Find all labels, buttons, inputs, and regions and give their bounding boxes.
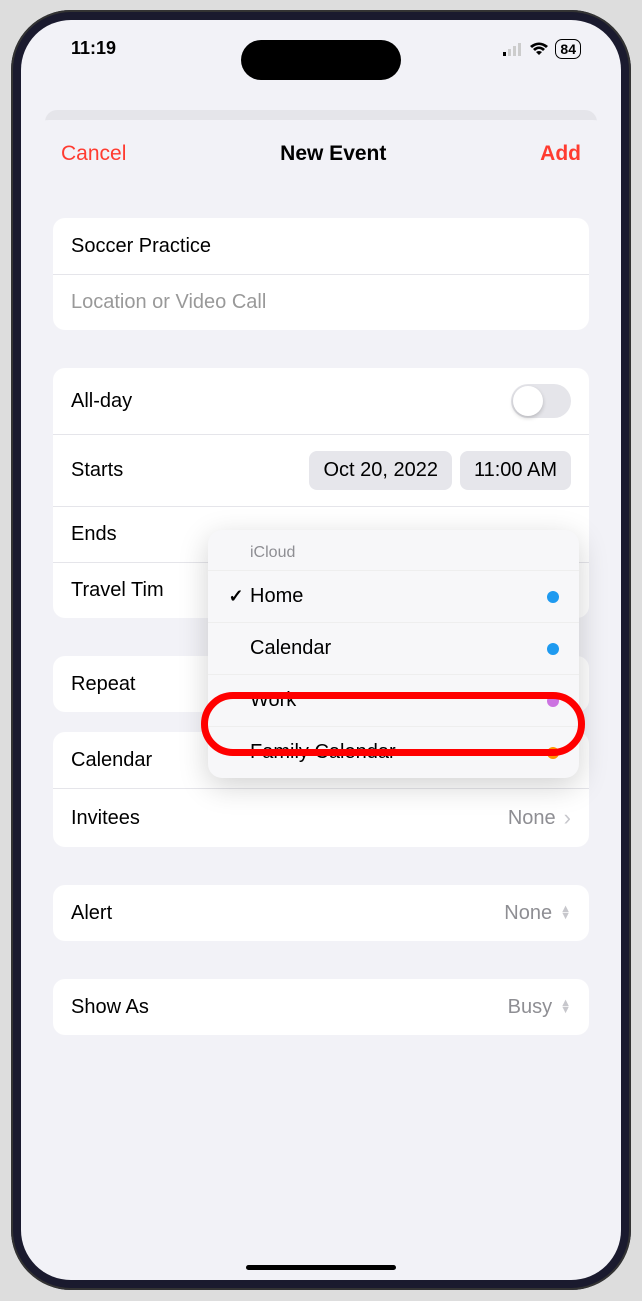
alert-row[interactable]: Alert None ▲▼ xyxy=(53,885,589,941)
calendar-color-dot xyxy=(547,695,559,707)
calendar-picker-popover: iCloud ✓ Home Calendar Work xyxy=(208,530,579,778)
modal-title: New Event xyxy=(280,142,386,166)
showas-value: Busy xyxy=(508,996,552,1019)
popover-item-work[interactable]: Work xyxy=(208,674,579,726)
cancel-button[interactable]: Cancel xyxy=(61,142,126,166)
title-input[interactable] xyxy=(71,235,571,258)
add-button[interactable]: Add xyxy=(540,142,581,166)
popover-section-header: iCloud xyxy=(208,530,579,570)
status-right: 84 xyxy=(503,39,581,59)
location-row[interactable] xyxy=(53,274,589,330)
invitees-label: Invitees xyxy=(71,807,140,830)
home-indicator[interactable] xyxy=(246,1265,396,1270)
starts-date-pill[interactable]: Oct 20, 2022 xyxy=(309,451,452,490)
showas-value-wrap: Busy ▲▼ xyxy=(508,996,571,1019)
popover-item-label: Calendar xyxy=(250,637,547,660)
updown-icon: ▲▼ xyxy=(560,906,571,920)
invitees-row[interactable]: Invitees None › xyxy=(53,788,589,847)
repeat-label: Repeat xyxy=(71,673,136,696)
starts-label: Starts xyxy=(71,459,123,482)
calendar-label: Calendar xyxy=(71,749,152,772)
popover-item-label: Work xyxy=(250,689,547,712)
allday-label: All-day xyxy=(71,390,132,413)
chevron-right-icon: › xyxy=(564,805,571,831)
showas-card: Show As Busy ▲▼ xyxy=(53,979,589,1035)
wifi-icon xyxy=(529,42,549,56)
calendar-color-dot xyxy=(547,643,559,655)
updown-icon: ▲▼ xyxy=(560,1000,571,1014)
popover-item-calendar[interactable]: Calendar xyxy=(208,622,579,674)
starts-row[interactable]: Starts Oct 20, 2022 11:00 AM xyxy=(53,434,589,506)
signal-icon xyxy=(503,42,523,56)
popover-item-label: Family Calendar xyxy=(250,741,547,764)
starts-time-pill[interactable]: 11:00 AM xyxy=(460,451,571,490)
showas-row[interactable]: Show As Busy ▲▼ xyxy=(53,979,589,1035)
check-icon: ✓ xyxy=(222,586,250,607)
alert-label: Alert xyxy=(71,902,112,925)
dynamic-island xyxy=(241,40,401,80)
alert-value-wrap: None ▲▼ xyxy=(504,902,571,925)
title-location-card xyxy=(53,218,589,330)
status-time: 11:19 xyxy=(71,38,116,59)
calendar-color-dot xyxy=(547,747,559,759)
alert-card: Alert None ▲▼ xyxy=(53,885,589,941)
invitees-value: None xyxy=(508,807,556,830)
title-row[interactable] xyxy=(53,218,589,274)
allday-row: All-day xyxy=(53,368,589,434)
travel-time-label: Travel Tim xyxy=(71,579,164,602)
allday-toggle[interactable] xyxy=(511,384,571,418)
phone-frame: 11:19 84 Cancel New Event Add xyxy=(11,10,631,1290)
new-event-modal: Cancel New Event Add All-day xyxy=(33,120,609,1270)
calendar-color-dot xyxy=(547,591,559,603)
alert-value: None xyxy=(504,902,552,925)
modal-nav: Cancel New Event Add xyxy=(33,120,609,188)
popover-item-home[interactable]: ✓ Home xyxy=(208,570,579,622)
popover-item-label: Home xyxy=(250,585,547,608)
battery-icon: 84 xyxy=(555,39,581,59)
location-input[interactable] xyxy=(71,291,571,314)
popover-item-family-calendar[interactable]: Family Calendar xyxy=(208,726,579,778)
ends-label: Ends xyxy=(71,523,117,546)
showas-label: Show As xyxy=(71,996,149,1019)
screen: 11:19 84 Cancel New Event Add xyxy=(21,20,621,1280)
invitees-value-wrap: None › xyxy=(508,805,571,831)
